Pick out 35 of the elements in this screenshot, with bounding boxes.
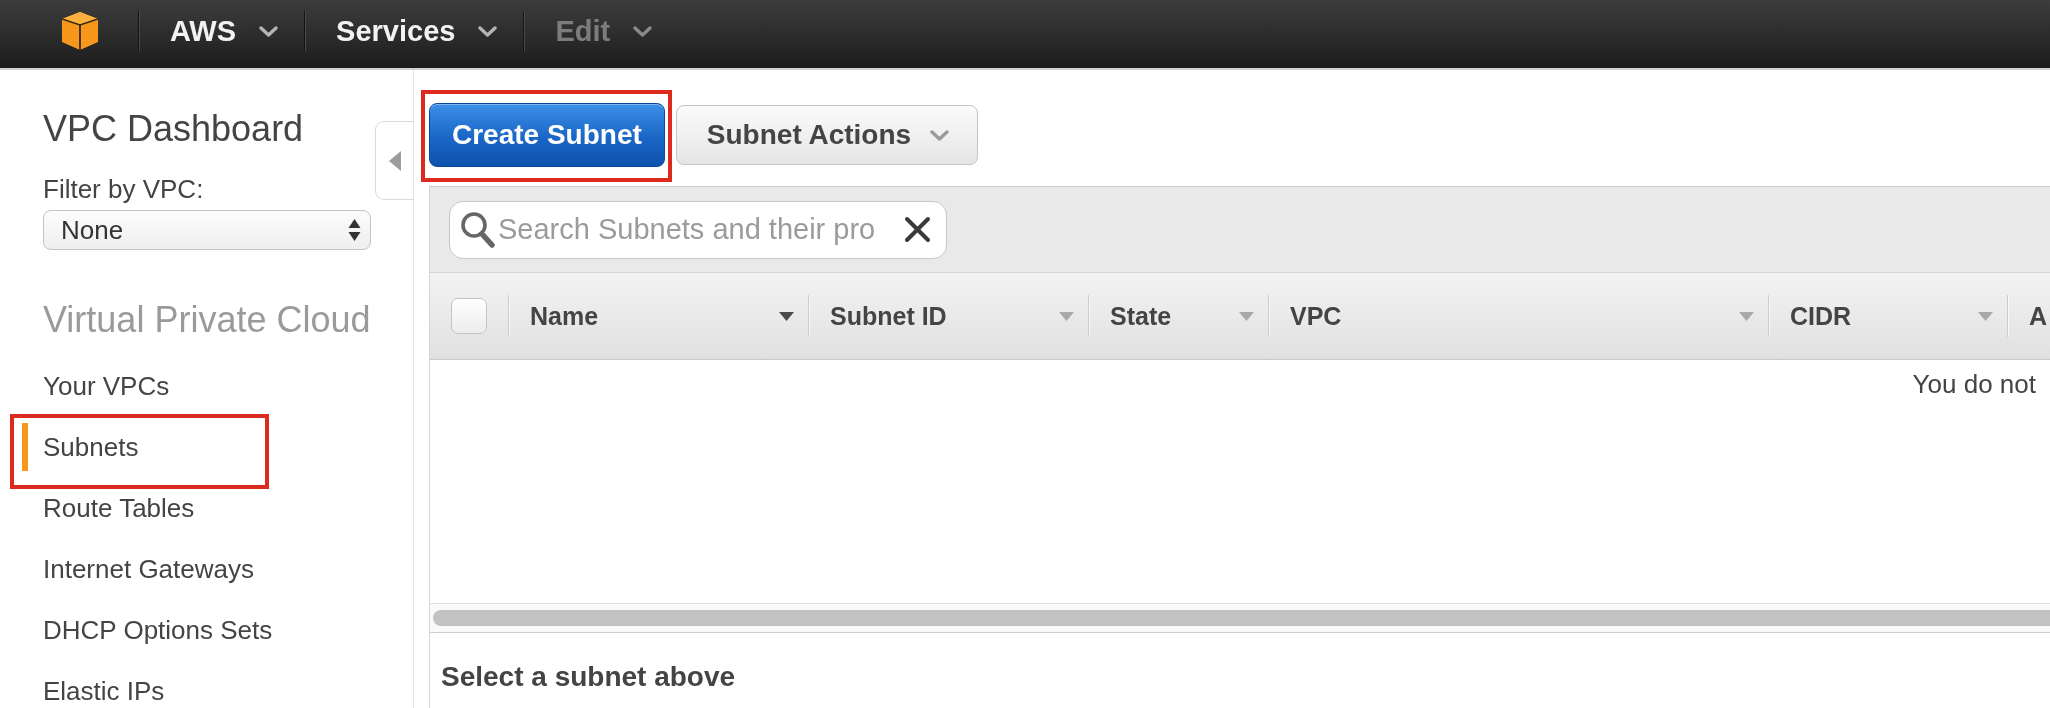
chevron-down-icon (259, 25, 279, 37)
vpc-filter-select[interactable]: None (43, 210, 371, 250)
column-header[interactable]: A (2008, 273, 2050, 359)
primary-button[interactable]: Create Subnet (429, 103, 665, 167)
search-field[interactable]: Search Subnets and their pro (449, 200, 947, 259)
column-header[interactable]: Name (509, 273, 808, 359)
details-message: Select a subnet above (441, 660, 736, 694)
column-header[interactable]: CIDR (1769, 273, 2007, 359)
dropdown-button[interactable]: Subnet Actions (675, 105, 979, 165)
filter-label: Filter by VPC: (43, 174, 205, 205)
column-header[interactable]: State (1089, 273, 1268, 359)
nav-menu[interactable]: AWS (139, 11, 305, 51)
nav-link[interactable]: Subnets (22, 423, 139, 471)
select-all-checkbox[interactable] (451, 298, 487, 334)
column-header[interactable]: VPC (1269, 273, 1768, 359)
scrollbar-thumb[interactable] (433, 610, 2050, 626)
chevron-down-icon (478, 25, 498, 37)
sidebar-title: VPC Dashboard (43, 107, 305, 150)
column-header[interactable]: Subnet ID (809, 273, 1088, 359)
nav-link[interactable]: Route Tables (43, 492, 195, 524)
nav-link[interactable]: DHCP Options Sets (43, 614, 273, 646)
nav-menu[interactable]: Services (305, 11, 524, 51)
nav-link[interactable]: Your VPCs (43, 370, 170, 402)
cube-icon[interactable] (60, 11, 100, 51)
nav-link[interactable]: Elastic IPs (43, 675, 165, 707)
collapse-tab[interactable] (375, 121, 413, 200)
caret-left-icon (387, 149, 402, 172)
chevron-down-icon (633, 25, 653, 37)
close-icon[interactable] (904, 216, 931, 243)
up-down-arrows-icon (348, 218, 361, 242)
section-heading: Virtual Private Cloud (43, 298, 372, 341)
empty-message: You do not (1912, 369, 2036, 400)
chevron-down-icon (930, 129, 950, 141)
nav-link[interactable]: Internet Gateways (43, 553, 254, 585)
search-icon (460, 211, 495, 248)
